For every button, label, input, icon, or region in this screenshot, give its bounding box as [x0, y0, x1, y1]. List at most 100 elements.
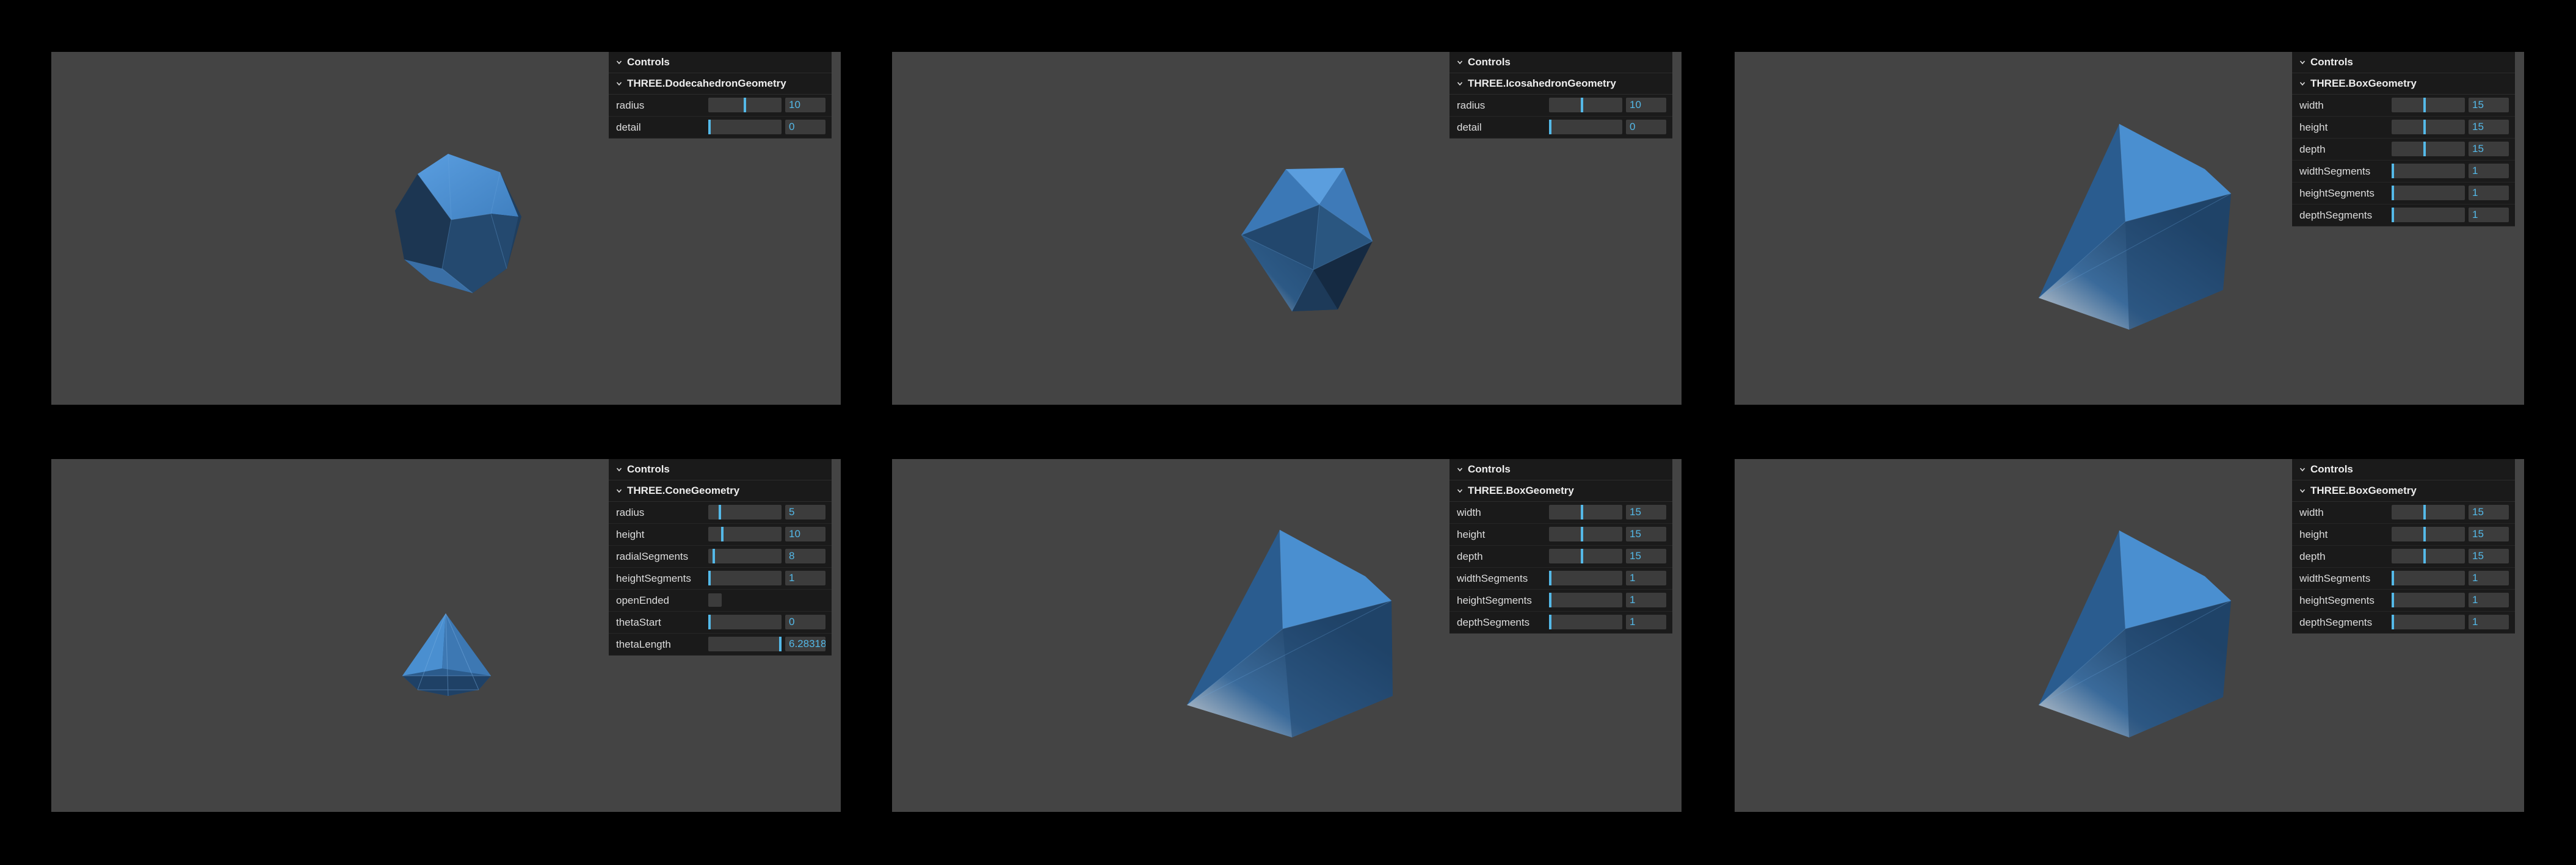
slider-handle[interactable]	[708, 120, 711, 134]
chevron-down-icon[interactable]	[2299, 466, 2306, 472]
value-input-widthSegments[interactable]: 1	[2469, 164, 2509, 178]
value-input-radialSegments[interactable]: 8	[785, 549, 825, 563]
slider-widthSegments[interactable]	[1549, 571, 1622, 585]
geometry-folder[interactable]: THREE.ConeGeometry	[609, 480, 832, 502]
slider-heightSegments[interactable]	[1549, 593, 1622, 607]
slider-thetaLength[interactable]	[708, 637, 782, 651]
viewport-box-1[interactable]: Controls THREE.BoxGeometry width 15 height 15…	[1735, 52, 2524, 405]
geometry-folder[interactable]: THREE.BoxGeometry	[2292, 73, 2515, 95]
geometry-folder[interactable]: THREE.BoxGeometry	[2292, 480, 2515, 502]
slider-detail[interactable]	[708, 120, 782, 134]
slider-handle[interactable]	[2392, 571, 2394, 585]
viewport-box-2[interactable]: Controls THREE.BoxGeometry width 15 height 15…	[892, 459, 1682, 812]
viewport-dodecahedron[interactable]: Controls THREE.DodecahedronGeometry radius…	[51, 52, 841, 405]
slider-width[interactable]	[1549, 505, 1622, 519]
slider-depth[interactable]	[2392, 549, 2465, 563]
slider-handle[interactable]	[708, 615, 711, 629]
slider-depthSegments[interactable]	[2392, 208, 2465, 222]
chevron-down-icon[interactable]	[2299, 488, 2306, 494]
controls-header[interactable]: Controls	[2292, 459, 2515, 480]
chevron-down-icon[interactable]	[616, 466, 622, 472]
slider-depth[interactable]	[1549, 549, 1622, 563]
slider-handle[interactable]	[2423, 98, 2426, 112]
slider-height[interactable]	[1549, 527, 1622, 541]
slider-handle[interactable]	[2392, 593, 2394, 607]
chevron-down-icon[interactable]	[1457, 81, 1463, 87]
slider-radius[interactable]	[1549, 98, 1622, 112]
viewport-box-3[interactable]: Controls THREE.BoxGeometry width 15 height 15…	[1735, 459, 2524, 812]
controls-header[interactable]: Controls	[609, 459, 832, 480]
slider-width[interactable]	[2392, 98, 2465, 112]
slider-handle[interactable]	[2392, 186, 2394, 200]
slider-widthSegments[interactable]	[2392, 164, 2465, 178]
value-input-depthSegments[interactable]: 1	[1626, 615, 1666, 629]
slider-thetaStart[interactable]	[708, 615, 782, 629]
value-input-width[interactable]: 15	[1626, 505, 1666, 519]
slider-width[interactable]	[2392, 505, 2465, 519]
value-input-widthSegments[interactable]: 1	[1626, 571, 1666, 585]
value-input-depth[interactable]: 15	[1626, 549, 1666, 563]
slider-handle[interactable]	[1549, 120, 1551, 134]
viewport-icosahedron[interactable]: Controls THREE.IcosahedronGeometry radius 1…	[892, 52, 1682, 405]
value-input-width[interactable]: 15	[2469, 505, 2509, 519]
value-input-width[interactable]: 15	[2469, 98, 2509, 112]
chevron-down-icon[interactable]	[616, 59, 622, 65]
value-input-thetaStart[interactable]: 0	[785, 615, 825, 629]
slider-handle[interactable]	[779, 637, 782, 651]
slider-handle[interactable]	[2392, 615, 2394, 629]
controls-header[interactable]: Controls	[609, 52, 832, 73]
value-input-height[interactable]: 15	[2469, 120, 2509, 134]
value-input-depth[interactable]: 15	[2469, 142, 2509, 156]
value-input-radius[interactable]: 10	[785, 98, 825, 112]
geometry-folder[interactable]: THREE.IcosahedronGeometry	[1449, 73, 1672, 95]
chevron-down-icon[interactable]	[2299, 81, 2306, 87]
checkbox-openEnded[interactable]	[708, 593, 722, 607]
value-input-depth[interactable]: 15	[2469, 549, 2509, 563]
geometry-folder[interactable]: THREE.DodecahedronGeometry	[609, 73, 832, 95]
slider-handle[interactable]	[1549, 615, 1551, 629]
slider-radius[interactable]	[708, 98, 782, 112]
slider-handle[interactable]	[1581, 549, 1583, 563]
slider-heightSegments[interactable]	[2392, 593, 2465, 607]
value-input-height[interactable]: 10	[785, 527, 825, 541]
slider-handle[interactable]	[744, 98, 746, 112]
slider-radialSegments[interactable]	[708, 549, 782, 563]
slider-widthSegments[interactable]	[2392, 571, 2465, 585]
slider-handle[interactable]	[1549, 593, 1551, 607]
value-input-radius[interactable]: 10	[1626, 98, 1666, 112]
value-input-heightSegments[interactable]: 1	[785, 571, 825, 585]
controls-header[interactable]: Controls	[1449, 52, 1672, 73]
slider-handle[interactable]	[2423, 549, 2426, 563]
slider-heightSegments[interactable]	[2392, 186, 2465, 200]
chevron-down-icon[interactable]	[1457, 59, 1463, 65]
value-input-height[interactable]: 15	[1626, 527, 1666, 541]
slider-handle[interactable]	[2423, 527, 2426, 541]
value-input-heightSegments[interactable]: 1	[2469, 186, 2509, 200]
slider-handle[interactable]	[721, 527, 724, 541]
slider-handle[interactable]	[2392, 164, 2394, 178]
chevron-down-icon[interactable]	[1457, 466, 1463, 472]
slider-handle[interactable]	[719, 505, 721, 519]
value-input-heightSegments[interactable]: 1	[1626, 593, 1666, 607]
value-input-widthSegments[interactable]: 1	[2469, 571, 2509, 585]
slider-handle[interactable]	[1581, 505, 1583, 519]
slider-handle[interactable]	[1581, 98, 1583, 112]
slider-handle[interactable]	[2423, 142, 2426, 156]
value-input-radius[interactable]: 5	[785, 505, 825, 519]
slider-handle[interactable]	[708, 571, 711, 585]
value-input-depthSegments[interactable]: 1	[2469, 615, 2509, 629]
value-input-thetaLength[interactable]: 6.28318	[785, 637, 825, 651]
slider-handle[interactable]	[1581, 527, 1583, 541]
value-input-heightSegments[interactable]: 1	[2469, 593, 2509, 607]
geometry-folder[interactable]: THREE.BoxGeometry	[1449, 480, 1672, 502]
value-input-depthSegments[interactable]: 1	[2469, 208, 2509, 222]
chevron-down-icon[interactable]	[2299, 59, 2306, 65]
slider-handle[interactable]	[2392, 208, 2394, 222]
slider-handle[interactable]	[713, 549, 715, 563]
controls-header[interactable]: Controls	[2292, 52, 2515, 73]
slider-depthSegments[interactable]	[2392, 615, 2465, 629]
controls-header[interactable]: Controls	[1449, 459, 1672, 480]
slider-handle[interactable]	[1549, 571, 1551, 585]
slider-heightSegments[interactable]	[708, 571, 782, 585]
slider-height[interactable]	[708, 527, 782, 541]
